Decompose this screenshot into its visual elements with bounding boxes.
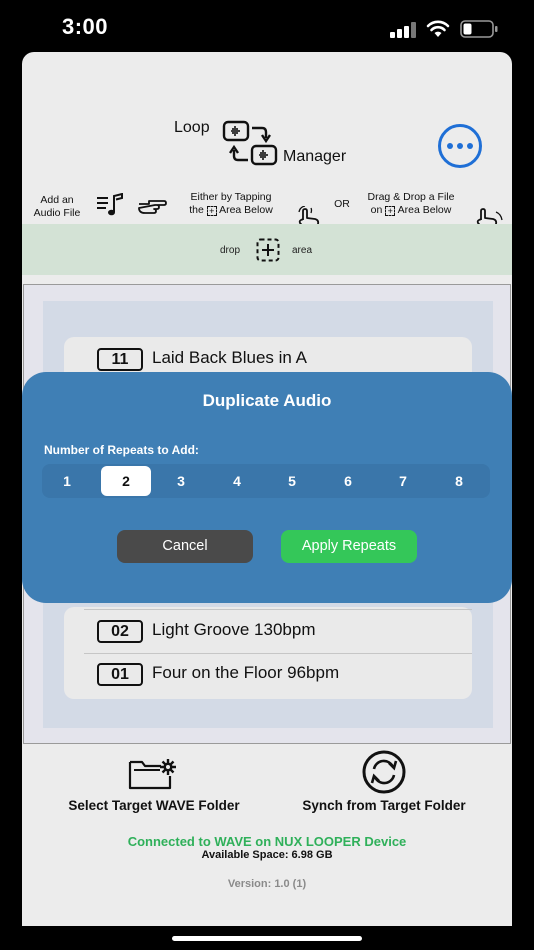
title-word-manager: Manager [283,148,347,165]
repeat-option-5[interactable]: 5 [267,466,317,496]
cancel-button[interactable]: Cancel [117,530,253,563]
drag-drop-hint: Drag & Drop a File on + Area Below [367,191,455,216]
area-label: area [292,245,313,256]
repeat-option-6[interactable]: 6 [323,466,373,496]
add-audio-hint: Add an Audio File [33,194,81,219]
loop-logo-icon [222,120,278,166]
music-list-icon[interactable] [96,193,124,217]
connection-status: Connected to WAVE on NUX LOOPER Device [127,834,407,849]
apply-repeats-button[interactable]: Apply Repeats [281,530,417,563]
dialog-title: Duplicate Audio [202,391,332,410]
cellular-signal-icon [390,22,416,38]
loop-number: 02 [97,620,143,643]
more-options-button[interactable] [438,124,482,168]
repeats-label: Number of Repeats to Add: [44,443,199,457]
repeat-option-4[interactable]: 4 [212,466,262,496]
repeat-option-3[interactable]: 3 [156,466,206,496]
title-word-loop: Loop [174,119,210,136]
pointing-hand-icon [138,200,167,214]
duplicate-audio-dialog: Duplicate Audio Number of Repeats to Add… [22,372,512,603]
home-indicator[interactable] [172,936,362,941]
list-item[interactable]: 02 Light Groove 130bpm [64,610,472,653]
ellipsis-dot-icon [467,143,473,149]
battery-icon [460,20,498,38]
list-item[interactable]: 01 Four on the Floor 96bpm [64,653,472,696]
drop-area[interactable]: drop area [22,224,512,275]
add-file-icon [256,238,280,262]
bottom-panel: Select Target WAVE Folder Synch from Tar… [22,744,512,926]
loop-number: 11 [97,348,143,371]
wifi-icon [426,20,450,37]
ellipsis-dot-icon [447,143,453,149]
drop-label: drop [220,245,241,256]
status-bar: 3:00 [0,0,534,56]
or-label: OR [334,198,350,210]
available-space: Available Space: 6.98 GB [201,849,333,861]
repeats-segmented-control: 1 2 3 4 5 6 7 8 [42,464,490,498]
sync-icon[interactable] [358,750,410,794]
loop-name: Light Groove 130bpm [152,620,316,639]
repeat-option-8[interactable]: 8 [434,466,484,496]
loop-number: 01 [97,663,143,686]
repeat-option-7[interactable]: 7 [378,466,428,496]
status-time: 3:00 [62,14,109,39]
loop-name: Four on the Floor 96bpm [152,663,340,682]
tap-hint: Either by Tapping the + Area Below [189,191,273,216]
loop-name: Laid Back Blues in A [152,348,307,367]
repeat-option-1[interactable]: 1 [42,466,92,496]
ellipsis-dot-icon [457,143,463,149]
synch-from-target-folder-button[interactable]: Synch from Target Folder [284,798,484,813]
select-target-folder-button[interactable]: Select Target WAVE Folder [54,798,254,813]
plus-box-icon: + [206,206,217,216]
version-label: Version: 1.0 (1) [227,878,307,890]
loop-list-card: 02 Light Groove 130bpm 01 Four on the Fl… [64,607,472,699]
folder-settings-icon[interactable] [128,758,178,790]
plus-box-icon: + [385,206,396,216]
repeat-option-2[interactable]: 2 [101,466,151,496]
